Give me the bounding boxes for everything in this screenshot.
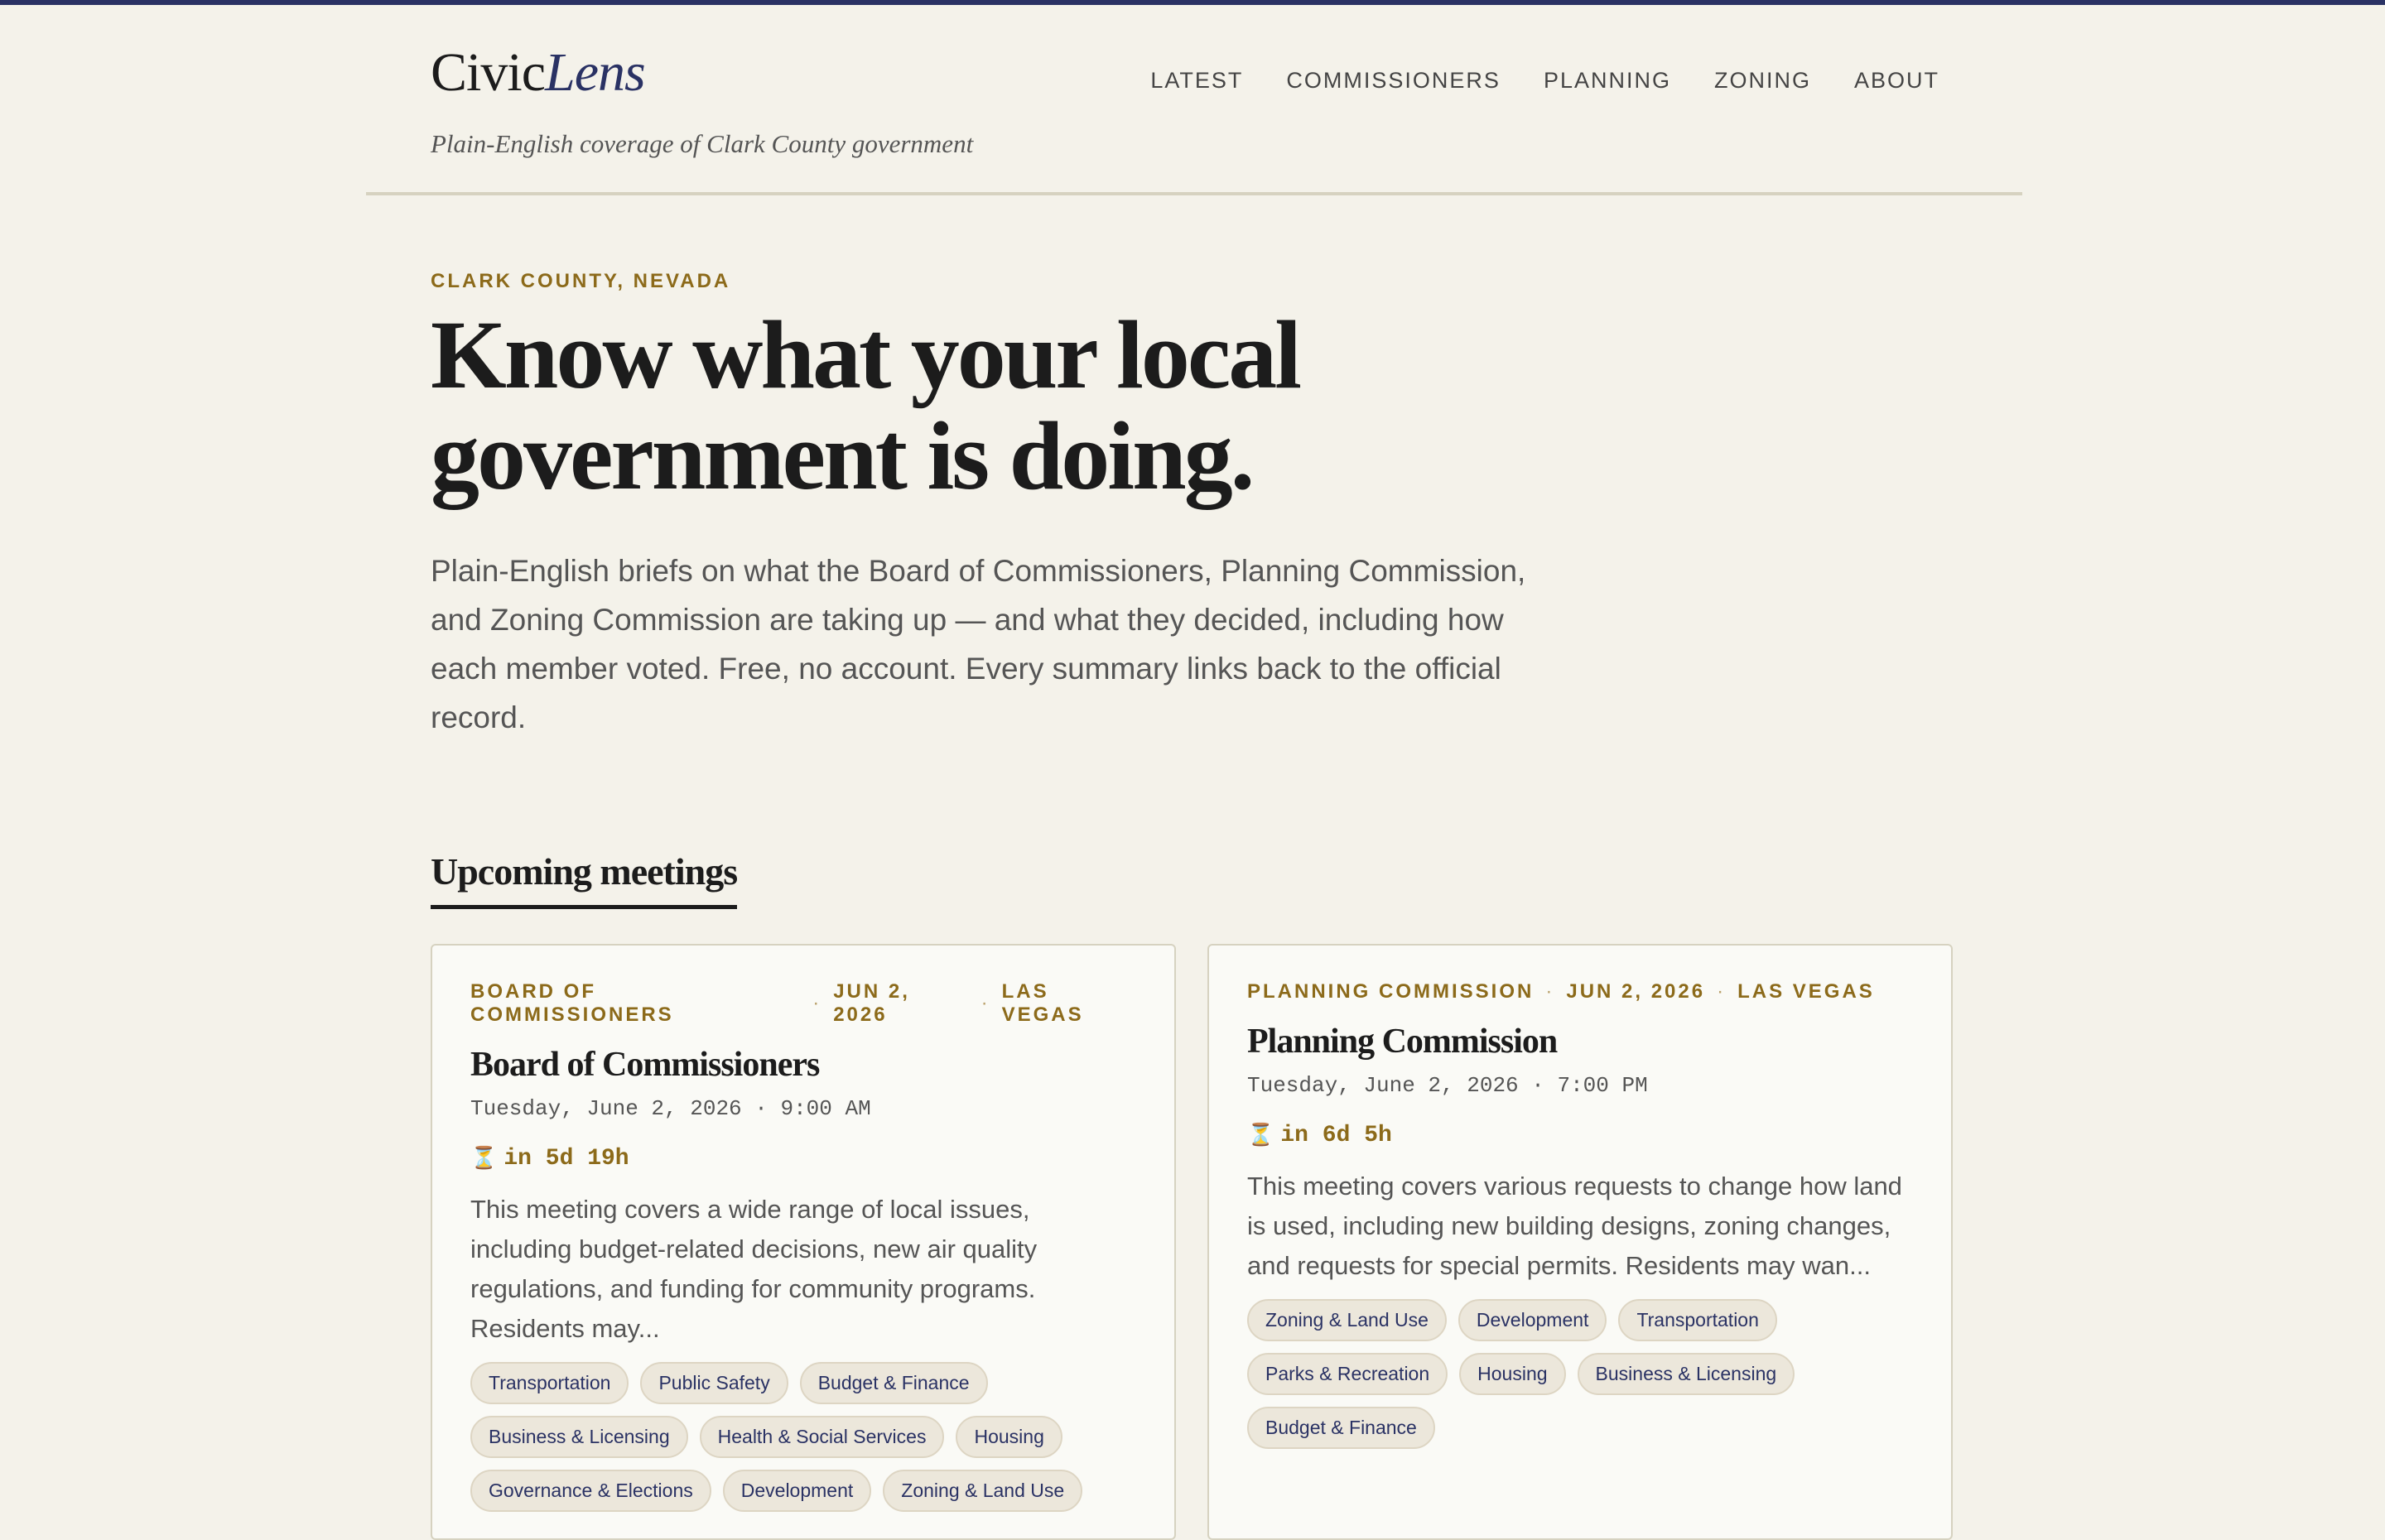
countdown-text: in 5d 19h: [504, 1146, 629, 1172]
meeting-meta: BOARD OF COMMISSIONERS · JUN 2, 2026 · L…: [470, 980, 1136, 1027]
meeting-title[interactable]: Board of Commissioners: [470, 1045, 1136, 1085]
topic-tag[interactable]: Transportation: [470, 1362, 629, 1404]
meeting-body: BOARD OF COMMISSIONERS: [470, 980, 674, 1026]
meeting-city: LAS VEGAS: [1001, 980, 1084, 1026]
meeting-tags: Transportation Public Safety Budget & Fi…: [470, 1362, 1133, 1512]
topic-tag[interactable]: Zoning & Land Use: [1247, 1299, 1447, 1341]
hero-eyebrow: CLARK COUNTY, NEVADA: [431, 270, 731, 292]
topic-tag[interactable]: Budget & Finance: [799, 1362, 988, 1404]
meeting-city: LAS VEGAS: [1737, 980, 1875, 1003]
meeting-countdown: ⏳ in 5d 19h: [470, 1146, 1136, 1172]
topic-tag[interactable]: Governance & Elections: [470, 1470, 711, 1512]
site-header: CivicLens Plain-English coverage of Clar…: [366, 5, 2022, 195]
hourglass-icon: ⏳: [470, 1147, 498, 1172]
meeting-title[interactable]: Planning Commission: [1247, 1022, 1913, 1061]
topic-tag[interactable]: Business & Licensing: [470, 1416, 688, 1458]
meeting-date: JUN 2, 2026: [1566, 980, 1706, 1003]
hero-lead: Plain-English briefs on what the Board o…: [431, 554, 1526, 734]
nav-planning[interactable]: PLANNING: [1544, 68, 1671, 94]
topic-tag[interactable]: Development: [1458, 1299, 1607, 1341]
meeting-countdown: ⏳ in 6d 5h: [1247, 1123, 1913, 1148]
nav-commissioners[interactable]: COMMISSIONERS: [1286, 68, 1501, 94]
meta-separator: ·: [980, 992, 990, 1014]
topic-tag[interactable]: Zoning & Land Use: [883, 1470, 1083, 1512]
nav-latest[interactable]: LATEST: [1150, 68, 1243, 94]
meeting-card[interactable]: BOARD OF COMMISSIONERS · JUN 2, 2026 · L…: [431, 944, 1176, 1540]
meeting-datetime: Tuesday, June 2, 2026 · 7:00 PM: [1247, 1073, 1648, 1098]
meeting-date: JUN 2, 2026: [833, 980, 910, 1026]
meeting-body: PLANNING COMMISSION: [1247, 980, 1535, 1003]
nav-zoning[interactable]: ZONING: [1714, 68, 1811, 94]
topic-tag[interactable]: Transportation: [1618, 1299, 1777, 1341]
countdown-text: in 6d 5h: [1280, 1123, 1392, 1148]
meeting-datetime: Tuesday, June 2, 2026 · 9:00 AM: [470, 1096, 871, 1121]
topic-tag[interactable]: Parks & Recreation: [1247, 1353, 1448, 1395]
meeting-meta: PLANNING COMMISSION · JUN 2, 2026 · LAS …: [1247, 980, 1913, 1003]
topic-tag[interactable]: Business & Licensing: [1577, 1353, 1795, 1395]
site-logo[interactable]: CivicLens: [431, 40, 646, 105]
upcoming-meetings-heading: Upcoming meetings: [431, 849, 738, 909]
meta-separator: ·: [1717, 980, 1727, 1003]
logo-lens: Lens: [545, 42, 646, 103]
site-tagline: Plain-English coverage of Clark County g…: [431, 129, 974, 158]
meeting-tags: Zoning & Land Use Development Transporta…: [1247, 1299, 1910, 1449]
hourglass-icon: ⏳: [1247, 1124, 1274, 1148]
hero-section: CLARK COUNTY, NEVADA Know what your loca…: [431, 270, 1590, 742]
topic-tag[interactable]: Health & Social Services: [699, 1416, 945, 1458]
meta-separator: ·: [1545, 980, 1555, 1003]
main-nav: LATEST COMMISSIONERS PLANNING ZONING ABO…: [1150, 68, 1939, 94]
meeting-card[interactable]: PLANNING COMMISSION · JUN 2, 2026 · LAS …: [1207, 944, 1953, 1540]
topic-tag[interactable]: Housing: [1459, 1353, 1566, 1395]
meta-separator: ·: [812, 992, 822, 1014]
topic-tag[interactable]: Housing: [956, 1416, 1062, 1458]
nav-about[interactable]: ABOUT: [1854, 68, 1939, 94]
hero-title: Know what your local government is doing…: [431, 301, 1302, 510]
meeting-summary: This meeting covers various requests to …: [1247, 1172, 1902, 1280]
topic-tag[interactable]: Budget & Finance: [1247, 1407, 1435, 1449]
topic-tag[interactable]: Development: [722, 1470, 872, 1512]
logo-civic: Civic: [431, 42, 546, 103]
topic-tag[interactable]: Public Safety: [640, 1362, 788, 1404]
meeting-summary: This meeting covers a wide range of loca…: [470, 1195, 1038, 1343]
